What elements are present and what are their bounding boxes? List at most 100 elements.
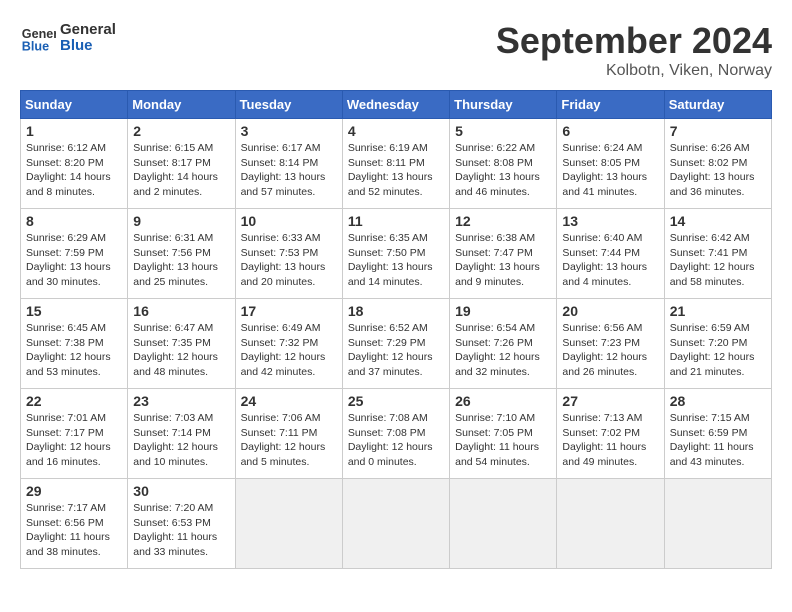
day-number: 18	[348, 303, 444, 319]
day-number: 28	[670, 393, 766, 409]
day-number: 9	[133, 213, 229, 229]
day-number: 5	[455, 123, 551, 139]
day-info: Sunrise: 7:13 AMSunset: 7:02 PMDaylight:…	[562, 411, 658, 470]
day-info: Sunrise: 6:52 AMSunset: 7:29 PMDaylight:…	[348, 321, 444, 380]
weekday-header-friday: Friday	[557, 91, 664, 119]
calendar-cell: 9 Sunrise: 6:31 AMSunset: 7:56 PMDayligh…	[128, 209, 235, 299]
calendar-cell: 4 Sunrise: 6:19 AMSunset: 8:11 PMDayligh…	[342, 119, 449, 209]
calendar-cell: 19 Sunrise: 6:54 AMSunset: 7:26 PMDaylig…	[450, 299, 557, 389]
day-number: 24	[241, 393, 337, 409]
day-info: Sunrise: 6:42 AMSunset: 7:41 PMDaylight:…	[670, 231, 766, 290]
page-header: General Blue General Blue September 2024…	[20, 20, 772, 80]
calendar-cell: 1 Sunrise: 6:12 AMSunset: 8:20 PMDayligh…	[21, 119, 128, 209]
calendar-cell: 15 Sunrise: 6:45 AMSunset: 7:38 PMDaylig…	[21, 299, 128, 389]
calendar-cell: 11 Sunrise: 6:35 AMSunset: 7:50 PMDaylig…	[342, 209, 449, 299]
day-info: Sunrise: 6:59 AMSunset: 7:20 PMDaylight:…	[670, 321, 766, 380]
calendar-header: SundayMondayTuesdayWednesdayThursdayFrid…	[21, 91, 772, 119]
day-info: Sunrise: 6:38 AMSunset: 7:47 PMDaylight:…	[455, 231, 551, 290]
day-number: 8	[26, 213, 122, 229]
calendar-cell	[664, 479, 771, 569]
calendar-body: 1 Sunrise: 6:12 AMSunset: 8:20 PMDayligh…	[21, 119, 772, 569]
calendar-cell: 25 Sunrise: 7:08 AMSunset: 7:08 PMDaylig…	[342, 389, 449, 479]
calendar-table: SundayMondayTuesdayWednesdayThursdayFrid…	[20, 90, 772, 569]
day-number: 23	[133, 393, 229, 409]
calendar-week-1: 1 Sunrise: 6:12 AMSunset: 8:20 PMDayligh…	[21, 119, 772, 209]
logo-general: General	[60, 22, 116, 39]
calendar-cell: 6 Sunrise: 6:24 AMSunset: 8:05 PMDayligh…	[557, 119, 664, 209]
day-info: Sunrise: 6:15 AMSunset: 8:17 PMDaylight:…	[133, 141, 229, 200]
day-number: 22	[26, 393, 122, 409]
day-number: 6	[562, 123, 658, 139]
calendar-cell: 3 Sunrise: 6:17 AMSunset: 8:14 PMDayligh…	[235, 119, 342, 209]
weekday-header-monday: Monday	[128, 91, 235, 119]
calendar-cell: 24 Sunrise: 7:06 AMSunset: 7:11 PMDaylig…	[235, 389, 342, 479]
calendar-week-2: 8 Sunrise: 6:29 AMSunset: 7:59 PMDayligh…	[21, 209, 772, 299]
day-number: 7	[670, 123, 766, 139]
weekday-header-saturday: Saturday	[664, 91, 771, 119]
day-info: Sunrise: 6:33 AMSunset: 7:53 PMDaylight:…	[241, 231, 337, 290]
day-info: Sunrise: 7:08 AMSunset: 7:08 PMDaylight:…	[348, 411, 444, 470]
day-info: Sunrise: 7:06 AMSunset: 7:11 PMDaylight:…	[241, 411, 337, 470]
day-number: 26	[455, 393, 551, 409]
calendar-cell: 12 Sunrise: 6:38 AMSunset: 7:47 PMDaylig…	[450, 209, 557, 299]
calendar-week-3: 15 Sunrise: 6:45 AMSunset: 7:38 PMDaylig…	[21, 299, 772, 389]
day-info: Sunrise: 6:40 AMSunset: 7:44 PMDaylight:…	[562, 231, 658, 290]
day-info: Sunrise: 6:24 AMSunset: 8:05 PMDaylight:…	[562, 141, 658, 200]
day-number: 30	[133, 483, 229, 499]
day-info: Sunrise: 6:12 AMSunset: 8:20 PMDaylight:…	[26, 141, 122, 200]
weekday-header-wednesday: Wednesday	[342, 91, 449, 119]
calendar-cell: 14 Sunrise: 6:42 AMSunset: 7:41 PMDaylig…	[664, 209, 771, 299]
calendar-cell: 23 Sunrise: 7:03 AMSunset: 7:14 PMDaylig…	[128, 389, 235, 479]
calendar-cell: 21 Sunrise: 6:59 AMSunset: 7:20 PMDaylig…	[664, 299, 771, 389]
month-title: September 2024	[496, 20, 772, 62]
calendar-cell: 22 Sunrise: 7:01 AMSunset: 7:17 PMDaylig…	[21, 389, 128, 479]
day-info: Sunrise: 6:31 AMSunset: 7:56 PMDaylight:…	[133, 231, 229, 290]
weekday-header-sunday: Sunday	[21, 91, 128, 119]
day-number: 20	[562, 303, 658, 319]
logo: General Blue General Blue	[20, 20, 116, 56]
weekday-header-row: SundayMondayTuesdayWednesdayThursdayFrid…	[21, 91, 772, 119]
calendar-cell: 27 Sunrise: 7:13 AMSunset: 7:02 PMDaylig…	[557, 389, 664, 479]
day-number: 16	[133, 303, 229, 319]
weekday-header-thursday: Thursday	[450, 91, 557, 119]
title-block: September 2024 Kolbotn, Viken, Norway	[496, 20, 772, 80]
day-number: 2	[133, 123, 229, 139]
day-number: 11	[348, 213, 444, 229]
day-info: Sunrise: 6:47 AMSunset: 7:35 PMDaylight:…	[133, 321, 229, 380]
logo-icon: General Blue	[20, 20, 56, 56]
calendar-cell	[450, 479, 557, 569]
calendar-cell: 16 Sunrise: 6:47 AMSunset: 7:35 PMDaylig…	[128, 299, 235, 389]
day-info: Sunrise: 6:49 AMSunset: 7:32 PMDaylight:…	[241, 321, 337, 380]
calendar-cell: 17 Sunrise: 6:49 AMSunset: 7:32 PMDaylig…	[235, 299, 342, 389]
calendar-cell: 13 Sunrise: 6:40 AMSunset: 7:44 PMDaylig…	[557, 209, 664, 299]
day-number: 12	[455, 213, 551, 229]
day-info: Sunrise: 7:03 AMSunset: 7:14 PMDaylight:…	[133, 411, 229, 470]
day-number: 21	[670, 303, 766, 319]
calendar-week-5: 29 Sunrise: 7:17 AMSunset: 6:56 PMDaylig…	[21, 479, 772, 569]
day-number: 19	[455, 303, 551, 319]
calendar-cell: 30 Sunrise: 7:20 AMSunset: 6:53 PMDaylig…	[128, 479, 235, 569]
day-number: 3	[241, 123, 337, 139]
calendar-cell	[235, 479, 342, 569]
calendar-cell: 5 Sunrise: 6:22 AMSunset: 8:08 PMDayligh…	[450, 119, 557, 209]
day-info: Sunrise: 6:19 AMSunset: 8:11 PMDaylight:…	[348, 141, 444, 200]
day-info: Sunrise: 6:22 AMSunset: 8:08 PMDaylight:…	[455, 141, 551, 200]
day-info: Sunrise: 6:17 AMSunset: 8:14 PMDaylight:…	[241, 141, 337, 200]
day-number: 15	[26, 303, 122, 319]
day-number: 29	[26, 483, 122, 499]
day-info: Sunrise: 7:20 AMSunset: 6:53 PMDaylight:…	[133, 501, 229, 560]
day-number: 25	[348, 393, 444, 409]
calendar-cell: 26 Sunrise: 7:10 AMSunset: 7:05 PMDaylig…	[450, 389, 557, 479]
day-info: Sunrise: 6:29 AMSunset: 7:59 PMDaylight:…	[26, 231, 122, 290]
day-info: Sunrise: 7:15 AMSunset: 6:59 PMDaylight:…	[670, 411, 766, 470]
day-info: Sunrise: 6:54 AMSunset: 7:26 PMDaylight:…	[455, 321, 551, 380]
day-number: 1	[26, 123, 122, 139]
logo-blue: Blue	[60, 38, 116, 55]
calendar-cell: 8 Sunrise: 6:29 AMSunset: 7:59 PMDayligh…	[21, 209, 128, 299]
day-number: 14	[670, 213, 766, 229]
day-number: 10	[241, 213, 337, 229]
day-info: Sunrise: 6:45 AMSunset: 7:38 PMDaylight:…	[26, 321, 122, 380]
calendar-cell	[342, 479, 449, 569]
calendar-cell: 18 Sunrise: 6:52 AMSunset: 7:29 PMDaylig…	[342, 299, 449, 389]
svg-text:Blue: Blue	[22, 40, 49, 54]
